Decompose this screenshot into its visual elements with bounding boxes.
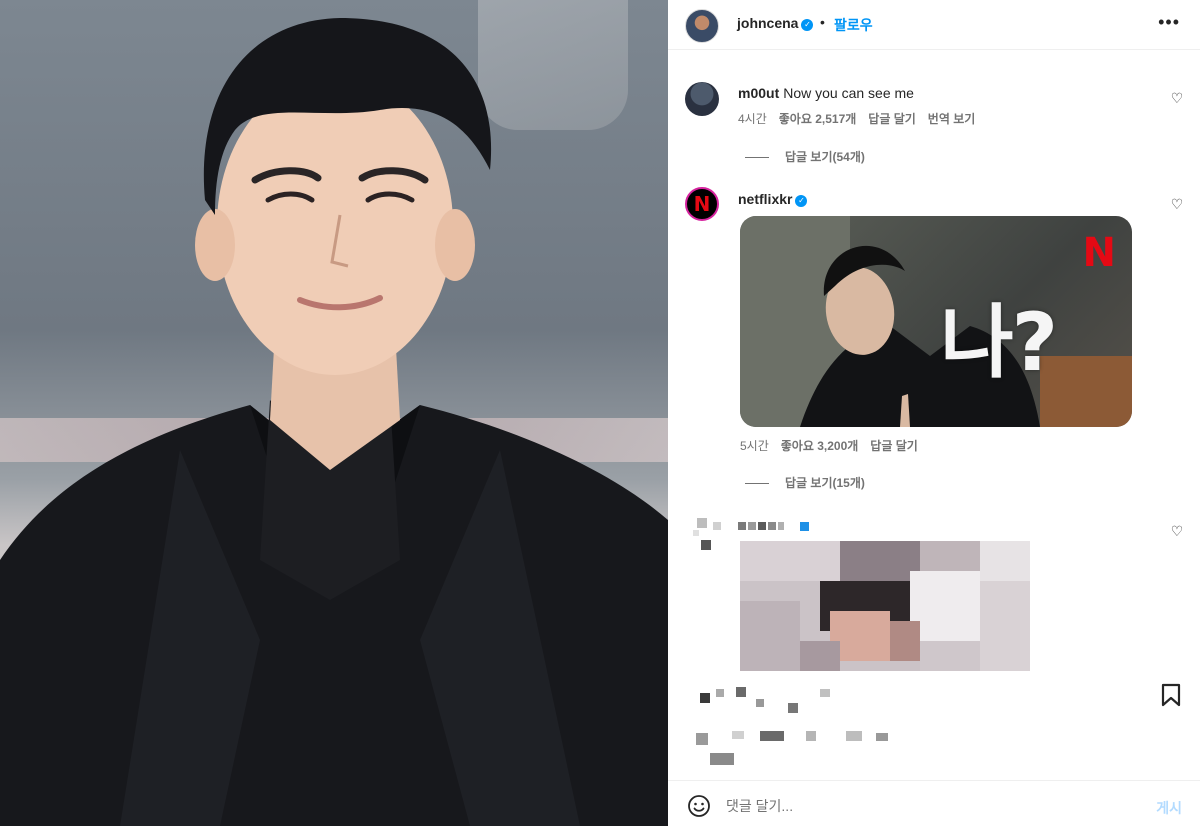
more-options-icon[interactable]: ••• xyxy=(1158,12,1180,33)
commenter-avatar[interactable] xyxy=(685,82,719,116)
person-illustration xyxy=(0,18,668,826)
comment-gif[interactable]: N 나? xyxy=(740,216,1132,427)
comment-likes[interactable]: 좋아요 2,517개 xyxy=(779,112,857,126)
follow-button[interactable]: 팔로우 xyxy=(834,15,873,35)
comment-meta: 4시간 좋아요 2,517개 답글 달기 번역 보기 xyxy=(738,110,987,127)
author-username[interactable]: johncena ✓ xyxy=(737,15,814,31)
translate-button[interactable]: 번역 보기 xyxy=(928,112,976,126)
post-button[interactable]: 게시 xyxy=(1156,798,1182,818)
comment-likes[interactable]: 좋아요 3,200개 xyxy=(781,439,859,453)
comment-time[interactable]: 5시간 xyxy=(740,439,769,453)
replies-line xyxy=(745,157,769,159)
like-heart-icon[interactable]: ♡ xyxy=(1170,197,1184,211)
comment-username[interactable]: m00ut xyxy=(738,85,779,101)
bookmark-icon[interactable] xyxy=(1160,683,1182,707)
comments-panel: johncena ✓ • 팔로우 ••• m00ut Now you can see… xyxy=(668,0,1200,826)
censored-action-bar xyxy=(696,687,888,765)
reply-button[interactable]: 답글 달기 xyxy=(868,112,916,126)
comment-time[interactable]: 4시간 xyxy=(738,112,767,126)
commenter-avatar[interactable]: N xyxy=(685,187,719,221)
netflix-logo-icon: N xyxy=(693,192,711,216)
pixelated-image xyxy=(740,541,1030,671)
censored-username xyxy=(738,522,809,531)
gif-person-illustration xyxy=(740,216,1132,427)
replies-line xyxy=(745,483,769,485)
author-avatar[interactable] xyxy=(685,9,719,43)
censored-gif xyxy=(740,541,1030,671)
censored-avatar xyxy=(693,518,721,550)
verified-badge-icon: ✓ xyxy=(795,195,808,207)
comment-meta: 5시간 좋아요 3,200개 답글 달기 xyxy=(740,437,930,454)
comment-text: Now you can see me xyxy=(783,85,914,101)
reply-button[interactable]: 답글 달기 xyxy=(870,439,918,453)
post-photo xyxy=(0,0,668,826)
like-heart-icon[interactable]: ♡ xyxy=(1170,91,1184,105)
netflix-logo-icon: N xyxy=(1082,230,1116,276)
gif-caption: 나? xyxy=(940,296,1058,389)
view-replies-button[interactable]: 답글 보기(15개) xyxy=(745,474,865,491)
like-heart-icon[interactable]: ♡ xyxy=(1170,524,1184,538)
comment-composer: 게시 xyxy=(668,781,1200,826)
post-header: johncena ✓ • 팔로우 ••• xyxy=(668,0,1200,50)
comment-input[interactable] xyxy=(726,793,1106,819)
emoji-icon[interactable] xyxy=(687,794,711,818)
header-separator: • xyxy=(820,14,825,30)
verified-badge-icon: ✓ xyxy=(801,19,814,31)
comment-username-row: netflixkr ✓ xyxy=(738,191,808,207)
comment-username[interactable]: netflixkr xyxy=(738,191,792,207)
comment-body: m00ut Now you can see me xyxy=(738,85,914,101)
view-replies-button[interactable]: 답글 보기(54개) xyxy=(745,148,865,165)
